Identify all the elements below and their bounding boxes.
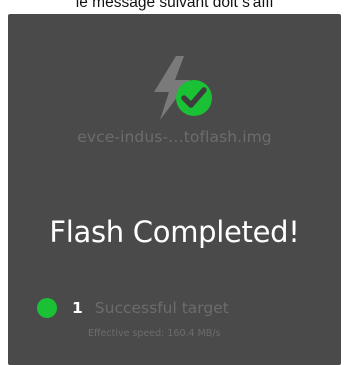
checkmark-circle-icon — [176, 80, 212, 116]
target-count: 1 — [72, 299, 83, 317]
successful-target-label: Successful target — [94, 299, 229, 317]
flash-completed-title: Flash Completed! — [49, 215, 300, 249]
flash-complete-panel: evce-indus-…toflash.img Flash Completed!… — [8, 14, 341, 365]
flash-result-row: 1 Successful target — [37, 296, 229, 320]
effective-speed-text: Effective speed: 160.4 MB/s — [88, 328, 221, 339]
success-status-dot — [37, 298, 57, 318]
document-caption-text: le message suivant doit s'affi — [75, 0, 274, 11]
flash-success-icon — [154, 56, 212, 120]
image-filename: evce-indus-…toflash.img — [77, 128, 272, 146]
